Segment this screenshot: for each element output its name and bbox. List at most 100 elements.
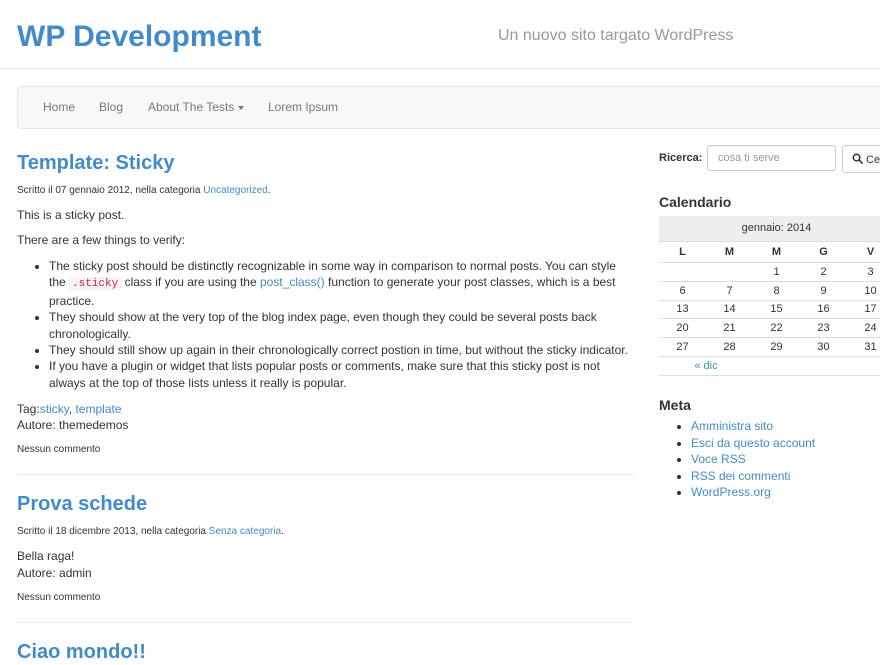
calendar-prev-month-link[interactable]: « dic: [694, 360, 717, 372]
calendar-day: 14: [706, 299, 753, 319]
post: Template: Sticky Scritto il 07 gennaio 2…: [17, 150, 634, 476]
calendar-day: 29: [753, 337, 800, 357]
post: Prova schede Scritto il 18 dicembre 2013…: [17, 491, 634, 624]
site-description: Un nuovo sito targato WordPress: [498, 27, 734, 44]
post-title-link[interactable]: Ciao mondo!!: [17, 639, 634, 665]
calendar-weekday-row: L M M G V: [659, 241, 880, 263]
post-title-link[interactable]: Template: Sticky: [17, 150, 634, 176]
meta-widget: Meta Amministra sito Esci da questo acco…: [659, 396, 880, 501]
list-item: They should still show up again in their…: [49, 342, 634, 358]
calendar-caption: gennaio: 2014: [659, 216, 880, 241]
weekday-header: M: [753, 241, 800, 263]
post-meta-suffix: .: [281, 526, 284, 538]
calendar-week-row: 20 21 22 23 24: [659, 318, 880, 338]
post-paragraph: There are a few things to verify:: [17, 233, 186, 247]
meta-links-list: Amministra sito Esci da questo account V…: [659, 418, 880, 501]
category-link[interactable]: Uncategorized: [203, 185, 267, 196]
calendar-week-row: 27 28 29 30 31: [659, 337, 880, 357]
calendar-day: 28: [706, 337, 753, 357]
list-item: Esci da questo account: [691, 435, 880, 452]
category-link[interactable]: Senza categoria: [209, 526, 281, 537]
list-item: They should show at the very top of the …: [49, 309, 634, 342]
nav-item-home[interactable]: Home: [43, 87, 75, 128]
meta-link-wordpress-org[interactable]: WordPress.org: [691, 485, 771, 499]
sticky-code: .sticky: [69, 277, 122, 292]
post: Ciao mondo!!: [17, 639, 634, 665]
calendar-week-row: 1 2 3: [659, 262, 880, 282]
calendar-day: 20: [659, 318, 706, 338]
search-input[interactable]: [707, 145, 836, 171]
calendar-week-row: 13 14 15 16 17: [659, 299, 880, 319]
meta-link-rss[interactable]: Voce RSS: [691, 452, 746, 466]
list-item: RSS dei commenti: [691, 468, 880, 485]
post-divider: [17, 622, 634, 624]
calendar-day: 24: [847, 318, 880, 338]
calendar-day: 23: [800, 318, 847, 338]
tag-link-template[interactable]: template: [75, 402, 121, 416]
calendar-day: 6: [659, 280, 706, 301]
comments-link[interactable]: Nessun commento: [17, 591, 634, 604]
post-meta: Scritto il 07 gennaio 2012, nella catego…: [17, 184, 634, 197]
post-meta: Scritto il 18 dicembre 2013, nella categ…: [17, 525, 634, 538]
main-navbar: Home Blog About The Tests Lorem Ipsum: [17, 86, 880, 129]
calendar-week-row: 6 7 8 9 10: [659, 280, 880, 301]
list-item: Amministra sito: [691, 418, 880, 435]
calendar-day: 10: [847, 280, 880, 301]
site-header: WP Development Un nuovo sito targato Wor…: [0, 0, 880, 69]
post-bullet-list: The sticky post should be distinctly rec…: [17, 258, 634, 391]
post-tags: Tag:sticky, template: [17, 401, 634, 417]
nav-item-lorem-ipsum[interactable]: Lorem Ipsum: [268, 87, 338, 128]
nav-item-blog[interactable]: Blog: [99, 87, 123, 128]
nav-item-about-dropdown[interactable]: About The Tests: [148, 87, 245, 128]
meta-link-comments-rss[interactable]: RSS dei commenti: [691, 469, 790, 483]
post-class-link[interactable]: post_class(): [260, 275, 325, 289]
calendar-title: Calendario: [659, 194, 732, 210]
calendar-day: 31: [847, 337, 880, 357]
post-divider: [17, 474, 634, 476]
weekday-header: G: [800, 241, 847, 263]
post-body: Bella raga!: [17, 549, 75, 564]
calendar-day: 8: [753, 280, 800, 301]
calendar-day: 16: [800, 299, 847, 319]
post-paragraph: This is a sticky post.: [17, 208, 125, 222]
meta-link-logout[interactable]: Esci da questo account: [691, 436, 815, 450]
tags-label: Tag:: [17, 402, 40, 417]
calendar-day: 22: [753, 318, 800, 338]
weekday-header: V: [847, 241, 880, 263]
search-button-label: Cerca: [866, 153, 880, 166]
calendar-day: [659, 262, 706, 282]
sidebar: Ricerca: Cerca Calendario gennaio: 2014 …: [659, 145, 880, 501]
calendar-day: 17: [847, 299, 880, 319]
post-meta-text: Scritto il 18 dicembre 2013, nella categ…: [17, 526, 209, 538]
calendar-table: gennaio: 2014 L M M G V 1 2 3 6 7 8 9 10…: [659, 216, 880, 376]
list-text: class if you are using the: [121, 275, 260, 290]
calendar-day: 13: [659, 299, 706, 319]
calendar-day: 9: [800, 280, 847, 301]
calendar-day: 7: [706, 280, 753, 301]
site-title[interactable]: WP Development: [17, 18, 262, 56]
search-button[interactable]: Cerca: [842, 145, 880, 173]
comments-link[interactable]: Nessun commento: [17, 443, 634, 456]
meta-link-admin[interactable]: Amministra sito: [691, 419, 773, 433]
search-label: Ricerca:: [659, 152, 703, 164]
calendar-day: 3: [847, 262, 880, 282]
caret-down-icon: [238, 105, 245, 110]
calendar-nav-row: « dic: [659, 355, 880, 376]
calendar-prev-cell: « dic: [659, 355, 753, 376]
search-icon: [852, 153, 863, 164]
calendar-widget: Calendario gennaio: 2014 L M M G V 1 2 3…: [659, 193, 880, 376]
post-title-link[interactable]: Prova schede: [17, 491, 634, 517]
weekday-header: M: [706, 241, 753, 263]
calendar-day: 1: [753, 262, 800, 282]
calendar-next-cell: [800, 355, 880, 376]
list-item: Voce RSS: [691, 451, 880, 468]
calendar-day: 27: [659, 337, 706, 357]
calendar-day: 30: [800, 337, 847, 357]
post-author: Autore: themedemos: [17, 418, 129, 433]
main-content: Template: Sticky Scritto il 07 gennaio 2…: [17, 150, 634, 665]
post-meta-text: Scritto il 07 gennaio 2012, nella catego…: [17, 185, 204, 196]
nav-item-about-label: About The Tests: [148, 100, 235, 114]
tag-link-sticky[interactable]: sticky: [40, 402, 69, 416]
weekday-header: L: [659, 241, 706, 263]
search-form: Ricerca: Cerca: [659, 145, 880, 173]
